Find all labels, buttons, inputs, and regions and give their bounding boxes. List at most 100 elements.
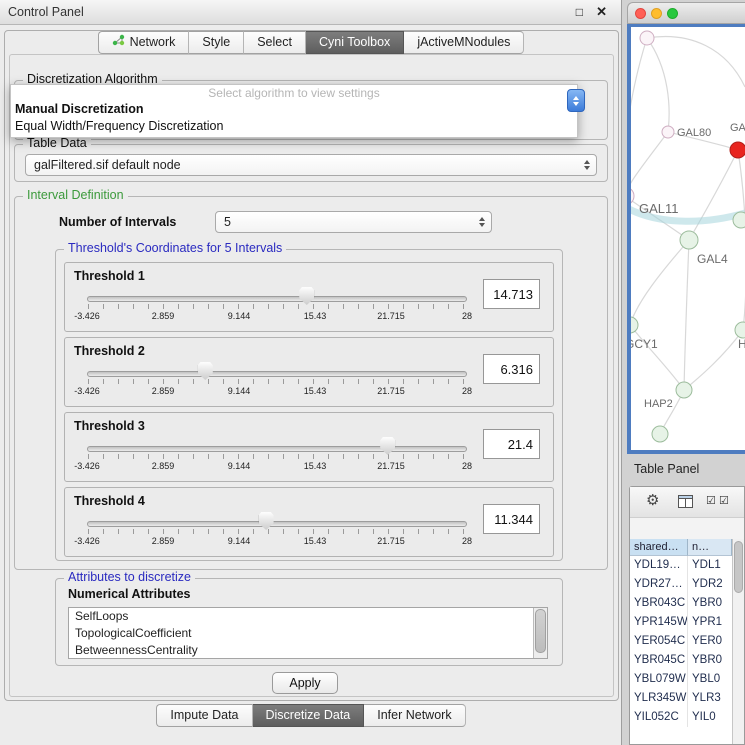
table-row[interactable]: YDR27…YDR2 [630,575,732,594]
algorithm-option[interactable]: Equal Width/Frequency Discretization [11,118,577,135]
network-node[interactable] [680,231,698,249]
network-edge [684,330,743,390]
column-header[interactable]: shared… [630,539,688,556]
gear-icon[interactable]: ⚙ [646,491,659,509]
slider-thumb-icon[interactable] [198,362,213,380]
apply-button[interactable]: Apply [272,672,338,694]
table-cell[interactable]: YDL19… [630,556,688,575]
combo-stepper-icon [584,155,590,175]
close-traffic-light-icon[interactable] [635,8,646,19]
table-row[interactable]: YIL052CYIL0 [630,708,732,727]
threshold-value-field[interactable]: 14.713 [483,279,540,309]
table-row[interactable]: YPR145WYPR1 [630,613,732,632]
control-panel-titlebar[interactable]: Control Panel □ ✕ [0,0,621,25]
network-node[interactable] [735,322,745,338]
table-row[interactable]: YBR045CYBR0 [630,651,732,670]
scale-tick-label: 21.715 [377,536,405,546]
threshold-slider[interactable]: -3.4262.8599.14415.4321.71528 [87,362,467,402]
table-row[interactable]: YLR345WYLR3 [630,689,732,708]
network-node[interactable] [662,126,674,138]
scale-tick-label: 21.715 [377,311,405,321]
minimize-traffic-light-icon[interactable] [651,8,662,19]
attribute-list-item[interactable]: TopologicalCoefficient [69,625,547,642]
network-icon [112,32,125,53]
scale-tick-label: -3.426 [74,536,100,546]
table-cell[interactable]: YBR0 [688,651,732,670]
tab-infer-network[interactable]: Infer Network [364,704,465,727]
table-row[interactable]: YBL079WYBL0 [630,670,732,689]
float-window-icon[interactable]: □ [576,0,583,24]
columns-icon[interactable] [678,495,693,511]
slider-scale: -3.4262.8599.14415.4321.71528 [87,386,467,398]
table-cell[interactable]: YPR1 [688,613,732,632]
attributes-scrollbar-thumb[interactable] [535,609,546,653]
table-row[interactable]: YBR043CYBR0 [630,594,732,613]
network-edge [689,150,738,240]
network-graph[interactable]: GAL80GAGAL11GAL4GCY1HHAP2 [631,27,745,450]
numerical-attributes-list[interactable]: SelfLoopsTopologicalCoefficientBetweenne… [68,607,548,659]
tab-label: Cyni Toolbox [319,32,390,53]
slider-thumb-icon[interactable] [259,512,274,530]
network-edge [684,240,689,390]
checkbox-on-icon[interactable]: ☑ [719,494,729,507]
tab-network[interactable]: Network [98,31,190,54]
network-node[interactable] [733,212,745,228]
attribute-list-item[interactable]: BetweennessCentrality [69,642,547,659]
threshold-slider[interactable]: -3.4262.8599.14415.4321.71528 [87,512,467,552]
table-cell[interactable]: YBR043C [630,594,688,613]
network-canvas[interactable]: GAL80GAGAL11GAL4GCY1HHAP2 [631,27,745,450]
threshold-value-field[interactable]: 21.4 [483,429,540,459]
zoom-traffic-light-icon[interactable] [667,8,678,19]
network-node[interactable] [640,31,654,45]
table-cell[interactable]: YIL052C [630,708,688,727]
table-cell[interactable]: YBL079W [630,670,688,689]
algorithm-combobox-stepper[interactable] [567,89,585,112]
table-cell[interactable]: YPR145W [630,613,688,632]
tab-discretize-data[interactable]: Discretize Data [253,704,365,727]
table-cell[interactable]: YBL0 [688,670,732,689]
tab-select[interactable]: Select [244,31,306,54]
attribute-list-item[interactable]: SelfLoops [69,608,547,625]
table-cell[interactable]: YIL0 [688,708,732,727]
attributes-scrollbar[interactable] [533,608,547,658]
threshold-slider[interactable]: -3.4262.8599.14415.4321.71528 [87,287,467,327]
column-header[interactable]: n… [688,539,732,556]
network-node[interactable] [652,426,668,442]
algorithm-combobox-placeholder[interactable]: Select algorithm to view settings [11,85,577,101]
table-cell[interactable]: YER0 [688,632,732,651]
tab-style[interactable]: Style [189,31,244,54]
table-cell[interactable]: YLR345W [630,689,688,708]
table-cell[interactable]: YDL1 [688,556,732,575]
network-node[interactable] [631,317,638,333]
number-of-intervals-combobox[interactable]: 5 [215,211,492,233]
scale-tick-label: 2.859 [152,536,175,546]
tab-jactivemnodules[interactable]: jActiveMNodules [404,31,524,54]
table-data-combobox[interactable]: galFiltered.sif default node [25,154,597,176]
threshold-value-field[interactable]: 11.344 [483,504,540,534]
table-cell[interactable]: YDR27… [630,575,688,594]
tab-cyni-toolbox[interactable]: Cyni Toolbox [306,31,404,54]
table-scrollbar[interactable] [732,539,744,744]
slider-thumb-icon[interactable] [299,287,314,305]
table-rows: YDL19…YDL1YDR27…YDR2YBR043CYBR0YPR145WYP… [630,556,732,744]
network-window-titlebar[interactable] [627,2,745,24]
network-node-selected[interactable] [730,142,745,158]
threshold-slider[interactable]: -3.4262.8599.14415.4321.71528 [87,437,467,477]
threshold-value-field[interactable]: 6.316 [483,354,540,384]
checkbox-on-icon[interactable]: ☑ [706,494,716,507]
tab-impute-data[interactable]: Impute Data [156,704,252,727]
threshold-panel: Threshold 1-3.4262.8599.14415.4321.71528… [64,262,554,332]
close-icon[interactable]: ✕ [596,0,607,24]
table-cell[interactable]: YBR045C [630,651,688,670]
table-cell[interactable]: YER054C [630,632,688,651]
table-scrollbar-thumb[interactable] [734,541,743,593]
table-cell[interactable]: YBR0 [688,594,732,613]
table-row[interactable]: YER054CYER0 [630,632,732,651]
table-cell[interactable]: YLR3 [688,689,732,708]
table-row[interactable]: YDL19…YDL1 [630,556,732,575]
network-node[interactable] [676,382,692,398]
network-node-label: GAL11 [639,201,679,216]
slider-thumb-icon[interactable] [380,437,395,455]
table-cell[interactable]: YDR2 [688,575,732,594]
algorithm-option[interactable]: Manual Discretization [11,101,577,118]
